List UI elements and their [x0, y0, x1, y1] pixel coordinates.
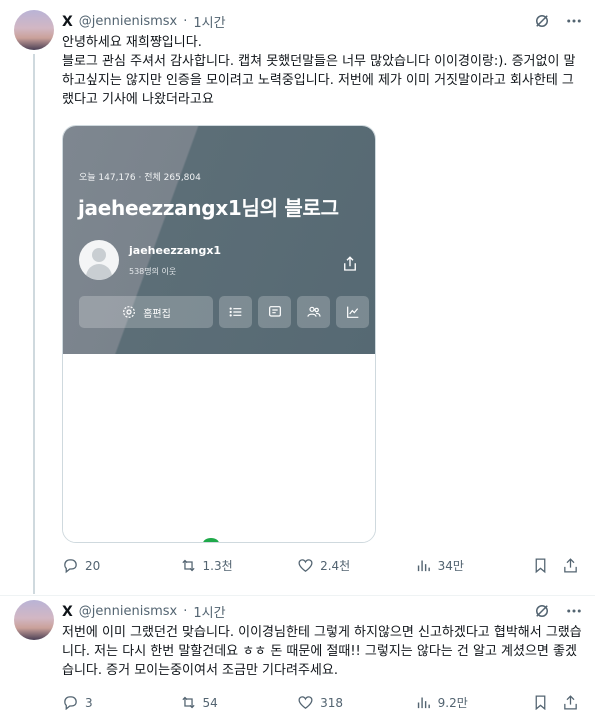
thread-line [33, 54, 35, 594]
people-icon [306, 306, 321, 317]
views-count: 34만 [437, 559, 464, 573]
blog-username: jaeheezzangx1 [129, 244, 222, 257]
neighbor-count: 538명의 이웃 [129, 267, 177, 276]
card-banner: 오늘 147,176 · 전체 265,804 jaeheezzangx1님의 … [63, 126, 375, 354]
separator: · [183, 604, 188, 619]
share-button[interactable] [562, 557, 582, 574]
display-name[interactable]: X [62, 14, 73, 30]
views-button[interactable]: 9.2만 [415, 694, 533, 710]
tweet-text: 저번에 이미 그랬던건 맞습니다. 이이경님한테 그렇게 하지않으면 신고하겠다… [62, 625, 582, 678]
bookmark-icon [535, 558, 546, 574]
bookmark-button[interactable] [532, 557, 562, 574]
tweet-header: X @jennienismsx · 1시간 [62, 12, 226, 32]
more-icon[interactable] [565, 12, 583, 34]
home-edit-button: 홈편집 [79, 296, 213, 328]
reply-button[interactable]: 20 [62, 557, 180, 574]
retweet-button[interactable]: 54 [180, 694, 298, 710]
green-dot-icon [203, 538, 219, 542]
chart-icon [346, 306, 358, 318]
blog-title: jaeheezzangx1님의 블로그 [78, 196, 339, 220]
like-count: 318 [320, 695, 343, 710]
list-icon [229, 307, 241, 317]
like-button[interactable]: 318 [297, 694, 415, 710]
like-icon [298, 696, 313, 709]
gear-icon [123, 306, 136, 318]
views-icon [417, 697, 430, 709]
share-icon [564, 695, 577, 710]
retweet-button[interactable]: 1.3천 [180, 557, 298, 574]
action-bar: 3 54 318 9.2만 [62, 694, 582, 710]
avatar[interactable] [14, 10, 54, 50]
card-share-icon [344, 256, 356, 271]
reply-icon [64, 696, 77, 710]
bookmark-icon [535, 695, 546, 710]
avatar[interactable] [14, 600, 54, 640]
grok-icon[interactable] [533, 602, 551, 624]
share-icon [564, 558, 577, 573]
user-handle[interactable]: @jennienismsx [79, 604, 177, 619]
tweet-header: X @jennienismsx · 1시간 [62, 602, 226, 622]
default-profile-icon [79, 240, 119, 280]
more-icon[interactable] [565, 602, 583, 624]
card-body [63, 354, 375, 542]
list-button [219, 296, 252, 328]
tweet-2[interactable]: X @jennienismsx · 1시간 저번에 이미 그랬던건 맞습니다. … [0, 596, 595, 710]
header-icons [533, 12, 583, 34]
views-icon [417, 560, 430, 572]
tweet-1[interactable]: X @jennienismsx · 1시간 안녕하세요 재희쨩입니다. 블로그 … [0, 0, 595, 595]
action-bar: 20 1.3천 2.4천 34만 [62, 557, 582, 574]
bookmark-button[interactable] [532, 694, 562, 710]
share-button[interactable] [562, 694, 582, 710]
retweet-count: 54 [202, 695, 218, 710]
reply-button[interactable]: 3 [62, 694, 180, 710]
card-button-row: 홈편집 [79, 296, 369, 328]
views-button[interactable]: 34만 [415, 557, 533, 574]
like-icon [298, 559, 313, 572]
user-handle[interactable]: @jennienismsx [79, 14, 177, 29]
like-button[interactable]: 2.4천 [297, 557, 415, 574]
visit-count: 오늘 147,176 · 전체 265,804 [79, 173, 201, 183]
views-count: 9.2만 [437, 696, 468, 710]
neighbors-button [297, 296, 330, 328]
retweet-icon [181, 559, 195, 572]
separator: · [183, 14, 188, 29]
link-card[interactable]: 오늘 147,176 · 전체 265,804 jaeheezzangx1님의 … [62, 125, 376, 543]
tweet-text: 안녕하세요 재희쨩입니다. 블로그 관심 주셔서 감사합니다. 캡쳐 못했던말들… [62, 35, 576, 107]
home-edit-label: 홈편집 [143, 308, 171, 320]
reply-count: 3 [85, 695, 93, 710]
retweet-icon [181, 696, 195, 709]
like-count: 2.4천 [320, 559, 351, 573]
note-button [258, 296, 291, 328]
stats-button [336, 296, 369, 328]
reply-count: 20 [85, 558, 101, 573]
retweet-count: 1.3천 [202, 559, 233, 573]
display-name[interactable]: X [62, 604, 73, 620]
note-icon [268, 306, 281, 317]
timestamp[interactable]: 1시간 [193, 12, 225, 31]
timestamp[interactable]: 1시간 [193, 602, 225, 621]
grok-icon[interactable] [533, 12, 551, 34]
header-icons [533, 602, 583, 624]
reply-icon [64, 559, 77, 574]
